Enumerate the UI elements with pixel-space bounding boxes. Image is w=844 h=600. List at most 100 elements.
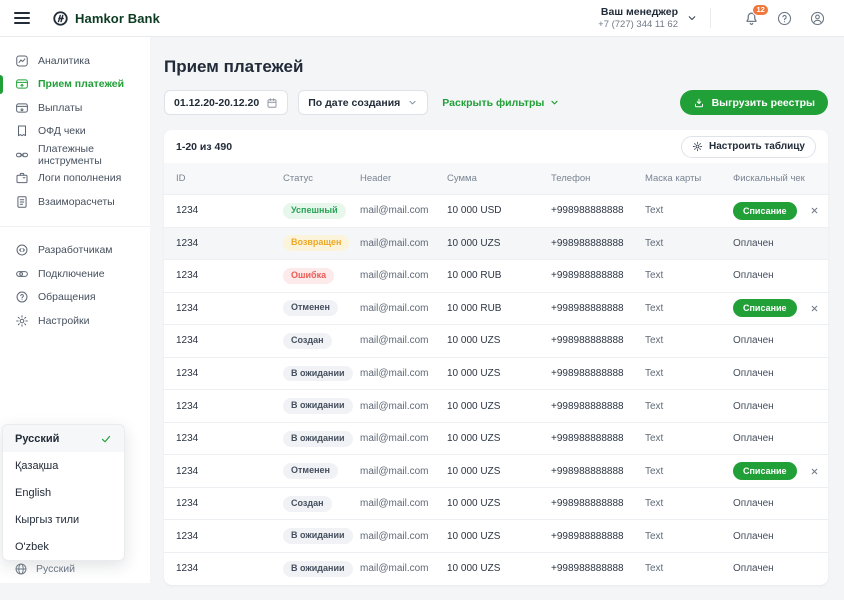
status-badge: Отменен (283, 300, 338, 316)
language-option-russian[interactable]: Русский (3, 425, 124, 452)
table-row[interactable]: 1234Возвращенmail@mail.com10 000 UZS+998… (164, 227, 828, 260)
configure-table-button[interactable]: Настроить таблицу (681, 136, 816, 158)
chevron-down-icon (686, 12, 698, 24)
filters-row: 01.12.20-20.12.20 По дате создания Раскр… (164, 90, 828, 115)
expand-filters-link[interactable]: Раскрыть фильтры (442, 97, 560, 109)
notifications-button[interactable]: 12 (743, 10, 760, 27)
status-badge: Создан (283, 333, 332, 349)
row-phone-cell: +998988888888 (551, 401, 645, 412)
table-row[interactable]: 1234Созданmail@mail.com10 000 UZS+998988… (164, 487, 828, 520)
table-row[interactable]: 1234В ожиданииmail@mail.com10 000 UZS+99… (164, 422, 828, 455)
fiscal-writeoff-button[interactable]: Списание (733, 202, 797, 220)
column-header: Маска карты (645, 173, 733, 184)
sort-by-select[interactable]: По дате создания (298, 90, 428, 115)
row-card-mask-cell: Text (645, 205, 733, 216)
table-row[interactable]: 1234Отмененmail@mail.com10 000 UZS+99898… (164, 454, 828, 487)
brand-name: Hamkor Bank (75, 11, 160, 26)
row-header-cell: mail@mail.com (360, 238, 447, 249)
row-amount-cell: 10 000 UZS (447, 401, 551, 412)
language-option-kazakh[interactable]: Қазақша (3, 452, 124, 479)
chevron-down-icon (686, 12, 698, 24)
row-amount-cell: 10 000 UZS (447, 498, 551, 509)
fiscal-writeoff-button[interactable]: Списание (733, 462, 797, 480)
table-row[interactable]: 1234В ожиданииmail@mail.com10 000 UZS+99… (164, 389, 828, 422)
manager-dropdown[interactable]: Ваш менеджер +7 (727) 344 11 62 (598, 6, 678, 30)
row-phone-cell: +998988888888 (551, 498, 645, 509)
question-circle-icon (776, 10, 793, 27)
row-id-cell: 1234 (176, 205, 283, 216)
language-option-label: Қазақша (15, 460, 58, 472)
row-fiscal-cell: Оплачен (733, 401, 816, 412)
sidebar-divider (0, 226, 150, 227)
sidebar-item-support[interactable]: Обращения (0, 286, 150, 310)
table-row[interactable]: 1234Отмененmail@mail.com10 000 RUB+99898… (164, 292, 828, 325)
profile-icon (809, 10, 826, 27)
row-phone-cell: +998988888888 (551, 335, 645, 346)
sidebar-item-payouts[interactable]: Выплаты (0, 96, 150, 120)
table-row[interactable]: 1234В ожиданииmail@mail.com10 000 UZS+99… (164, 519, 828, 552)
fiscal-writeoff-button[interactable]: Списание (733, 299, 797, 317)
language-option-kyrgyz[interactable]: Кыргыз тили (3, 506, 124, 533)
column-header: Header (360, 173, 447, 184)
globe-icon (14, 562, 28, 576)
sidebar-item-analytics[interactable]: Аналитика (0, 49, 150, 73)
dismiss-fiscal-button[interactable] (809, 466, 820, 477)
sidebar: АналитикаПрием платежейВыплатыОФД чекиПл… (0, 37, 150, 583)
row-fiscal-cell: Оплачен (733, 368, 816, 379)
table-row[interactable]: 1234Созданmail@mail.com10 000 UZS+998988… (164, 324, 828, 357)
status-badge: В ожидании (283, 431, 353, 447)
language-option-label: English (15, 487, 51, 499)
sidebar-nav: АналитикаПрием платежейВыплатыОФД чекиПл… (0, 37, 150, 333)
sidebar-item-ofd-checks[interactable]: ОФД чеки (0, 120, 150, 144)
language-option-label: Русский (15, 433, 59, 445)
download-icon (693, 97, 705, 109)
language-option-label: Кыргыз тили (15, 514, 79, 526)
table-row[interactable]: 1234Успешныйmail@mail.com10 000 USD+9989… (164, 194, 828, 227)
table-row[interactable]: 1234В ожиданииmail@mail.com10 000 UZS+99… (164, 552, 828, 585)
question-circle-icon (776, 10, 793, 27)
row-amount-cell: 10 000 UZS (447, 531, 551, 542)
row-id-cell: 1234 (176, 433, 283, 444)
language-option-english[interactable]: English (3, 479, 124, 506)
status-badge: Создан (283, 496, 332, 512)
sort-by-value: По дате создания (308, 97, 400, 109)
analytics-icon (15, 54, 29, 68)
menu-icon[interactable] (14, 12, 30, 24)
sidebar-item-developers[interactable]: Разработчикам (0, 239, 150, 263)
sidebar-item-payments-in[interactable]: Прием платежей (0, 73, 150, 97)
export-registries-button[interactable]: Выгрузить реестры (680, 90, 828, 115)
table-row[interactable]: 1234Ошибкаmail@mail.com10 000 RUB+998988… (164, 259, 828, 292)
row-header-cell: mail@mail.com (360, 531, 447, 542)
row-card-mask-cell: Text (645, 563, 733, 574)
sidebar-item-settlements[interactable]: Взаиморасчеты (0, 190, 150, 214)
row-fiscal-cell: Оплачен (733, 433, 816, 444)
table-row[interactable]: 1234В ожиданииmail@mail.com10 000 UZS+99… (164, 357, 828, 390)
row-phone-cell: +998988888888 (551, 466, 645, 477)
profile-button[interactable] (809, 10, 826, 27)
row-card-mask-cell: Text (645, 238, 733, 249)
link-icon (15, 148, 29, 162)
row-phone-cell: +998988888888 (551, 205, 645, 216)
date-range-input[interactable]: 01.12.20-20.12.20 (164, 90, 288, 115)
language-selector[interactable]: Русский (14, 562, 75, 576)
sidebar-item-label: Взаиморасчеты (38, 196, 115, 208)
sidebar-item-settings[interactable]: Настройки (0, 309, 150, 333)
sidebar-item-topup-logs[interactable]: Логи пополнения (0, 167, 150, 191)
row-card-mask-cell: Text (645, 303, 733, 314)
sidebar-item-payment-tools[interactable]: Платежные инструменты (0, 143, 150, 167)
export-registries-label: Выгрузить реестры (712, 97, 815, 109)
row-card-mask-cell: Text (645, 466, 733, 477)
row-header-cell: mail@mail.com (360, 368, 447, 379)
dismiss-fiscal-button[interactable] (809, 205, 820, 216)
row-card-mask-cell: Text (645, 498, 733, 509)
row-card-mask-cell: Text (645, 401, 733, 412)
dismiss-fiscal-button[interactable] (809, 303, 820, 314)
status-badge: Отменен (283, 463, 338, 479)
sidebar-item-connection[interactable]: Подключение (0, 262, 150, 286)
help-button[interactable] (776, 10, 793, 27)
status-badge: В ожидании (283, 398, 353, 414)
payments-in-icon (15, 77, 29, 91)
language-option-uzbek[interactable]: O'zbek (3, 533, 124, 560)
row-fiscal-cell: Списание (733, 462, 820, 480)
status-badge: В ожидании (283, 528, 353, 544)
